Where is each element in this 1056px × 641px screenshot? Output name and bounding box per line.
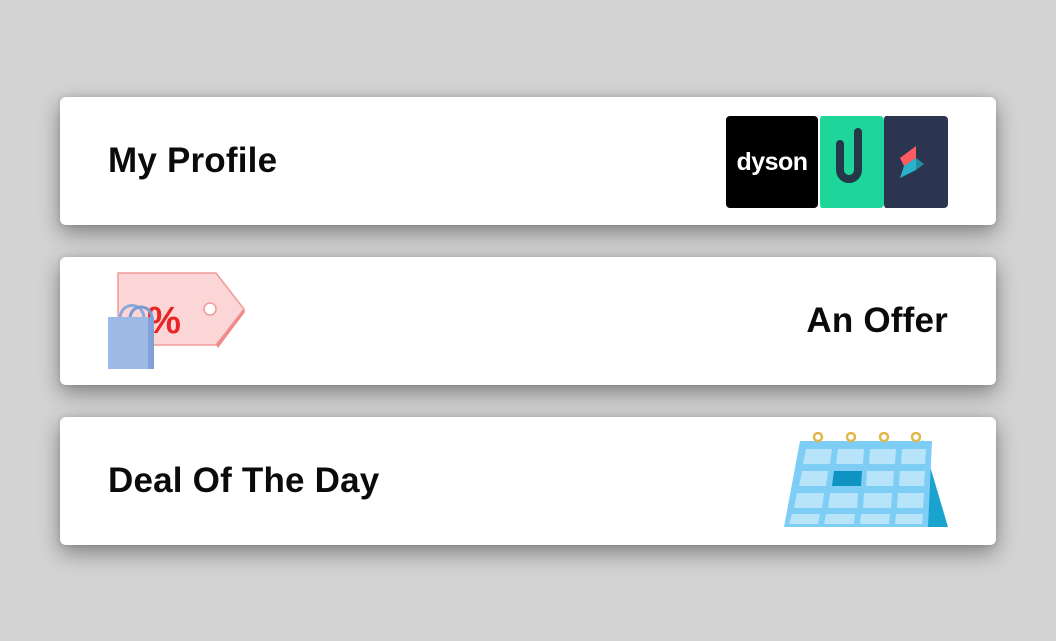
dyson-logo: dyson xyxy=(726,116,818,208)
an-offer-card[interactable]: % An Offer xyxy=(60,257,996,385)
deal-of-the-day-card[interactable]: Deal Of The Day xyxy=(60,417,996,545)
calendar-icon xyxy=(784,431,948,527)
my-profile-title: My Profile xyxy=(108,141,278,180)
deal-of-the-day-title: Deal Of The Day xyxy=(108,461,380,500)
dyson-logo-text: dyson xyxy=(736,147,808,176)
my-profile-card[interactable]: My Profile dyson xyxy=(60,97,996,225)
navy-brand-logo xyxy=(882,116,948,208)
green-brand-logo xyxy=(818,116,884,208)
an-offer-title: An Offer xyxy=(806,301,948,340)
brand-logos: dyson xyxy=(726,116,948,208)
offer-tag-icon: % xyxy=(108,272,245,369)
